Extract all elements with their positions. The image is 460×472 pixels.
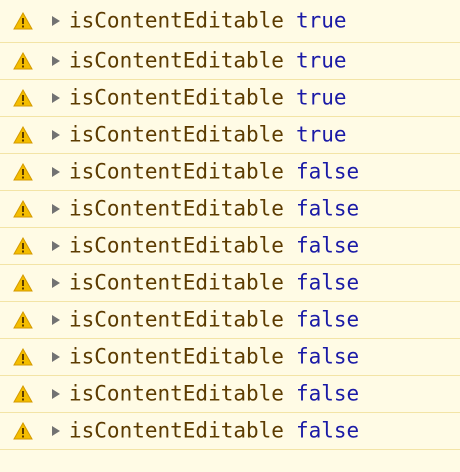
property-key: isContentEditable xyxy=(69,307,284,332)
disclosure-triangle-icon[interactable] xyxy=(50,166,62,178)
warning-icon xyxy=(13,126,33,144)
console-message-row[interactable]: isContentEditable false xyxy=(0,339,460,376)
log-entry: isContentEditable false xyxy=(69,196,360,221)
property-value: false xyxy=(295,344,360,369)
property-key: isContentEditable xyxy=(69,159,284,184)
console-message-row[interactable]: isContentEditable false xyxy=(0,191,460,228)
property-value: false xyxy=(295,233,360,258)
disclosure-triangle-icon[interactable] xyxy=(50,388,62,400)
warning-icon xyxy=(13,237,33,255)
console-message-row[interactable]: isContentEditable true xyxy=(0,80,460,117)
warning-icon xyxy=(13,52,33,70)
disclosure-triangle-icon[interactable] xyxy=(50,129,62,141)
property-value: true xyxy=(295,122,347,147)
property-key: isContentEditable xyxy=(69,270,284,295)
console-message-row[interactable]: isContentEditable false xyxy=(0,413,460,450)
warning-icon xyxy=(13,200,33,218)
warning-icon xyxy=(13,422,33,440)
disclosure-triangle-icon[interactable] xyxy=(50,351,62,363)
console-message-row[interactable]: isContentEditable true xyxy=(0,0,460,43)
warning-icon xyxy=(13,89,33,107)
warning-icon xyxy=(13,163,33,181)
console-message-row[interactable]: isContentEditable false xyxy=(0,302,460,339)
disclosure-triangle-icon[interactable] xyxy=(50,92,62,104)
property-key: isContentEditable xyxy=(69,233,284,258)
property-key: isContentEditable xyxy=(69,418,284,443)
log-entry: isContentEditable false xyxy=(69,307,360,332)
warning-icon xyxy=(13,348,33,366)
disclosure-triangle-icon[interactable] xyxy=(50,55,62,67)
property-value: true xyxy=(295,48,347,73)
property-key: isContentEditable xyxy=(69,8,284,33)
console-message-row[interactable]: isContentEditable false xyxy=(0,228,460,265)
property-key: isContentEditable xyxy=(69,344,284,369)
log-entry: isContentEditable true xyxy=(69,85,347,110)
log-entry: isContentEditable false xyxy=(69,418,360,443)
property-key: isContentEditable xyxy=(69,122,284,147)
log-entry: isContentEditable false xyxy=(69,159,360,184)
console-message-row[interactable]: isContentEditable false xyxy=(0,265,460,302)
disclosure-triangle-icon[interactable] xyxy=(50,15,62,27)
console-message-row[interactable]: isContentEditable true xyxy=(0,43,460,80)
property-value: false xyxy=(295,418,360,443)
disclosure-triangle-icon[interactable] xyxy=(50,203,62,215)
log-entry: isContentEditable false xyxy=(69,381,360,406)
property-value: true xyxy=(295,8,347,33)
property-value: false xyxy=(295,270,360,295)
console-log: isContentEditable true isContentEditable t… xyxy=(0,0,460,472)
warning-icon xyxy=(13,12,33,30)
disclosure-triangle-icon[interactable] xyxy=(50,425,62,437)
disclosure-triangle-icon[interactable] xyxy=(50,240,62,252)
property-value: true xyxy=(295,85,347,110)
property-key: isContentEditable xyxy=(69,85,284,110)
warning-icon xyxy=(13,274,33,292)
property-key: isContentEditable xyxy=(69,48,284,73)
log-entry: isContentEditable false xyxy=(69,270,360,295)
log-entry: isContentEditable false xyxy=(69,344,360,369)
property-value: false xyxy=(295,159,360,184)
console-message-row[interactable]: isContentEditable true xyxy=(0,117,460,154)
disclosure-triangle-icon[interactable] xyxy=(50,314,62,326)
property-key: isContentEditable xyxy=(69,196,284,221)
disclosure-triangle-icon[interactable] xyxy=(50,277,62,289)
console-message-row[interactable]: isContentEditable false xyxy=(0,376,460,413)
log-entry: isContentEditable true xyxy=(69,8,347,33)
property-key: isContentEditable xyxy=(69,381,284,406)
log-entry: isContentEditable true xyxy=(69,122,347,147)
property-value: false xyxy=(295,381,360,406)
log-entry: isContentEditable false xyxy=(69,233,360,258)
warning-icon xyxy=(13,385,33,403)
warning-icon xyxy=(13,311,33,329)
console-message-row[interactable]: isContentEditable false xyxy=(0,154,460,191)
log-entry: isContentEditable true xyxy=(69,48,347,73)
property-value: false xyxy=(295,196,360,221)
property-value: false xyxy=(295,307,360,332)
